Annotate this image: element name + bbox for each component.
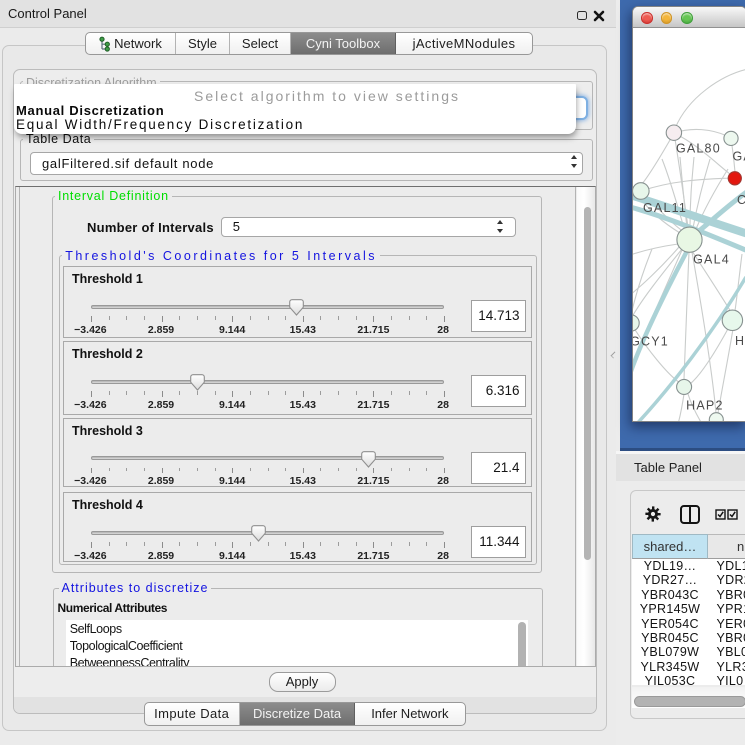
svg-text:C: C <box>737 193 745 207</box>
svg-text:GCY1: GCY1 <box>633 335 669 349</box>
svg-text:GAL4: GAL4 <box>693 253 730 267</box>
svg-text:GAL80: GAL80 <box>676 141 721 155</box>
svg-text:H: H <box>735 334 745 348</box>
svg-text:GA: GA <box>733 149 745 163</box>
svg-text:HAP2: HAP2 <box>686 398 723 412</box>
svg-text:GAL11: GAL11 <box>643 201 687 215</box>
